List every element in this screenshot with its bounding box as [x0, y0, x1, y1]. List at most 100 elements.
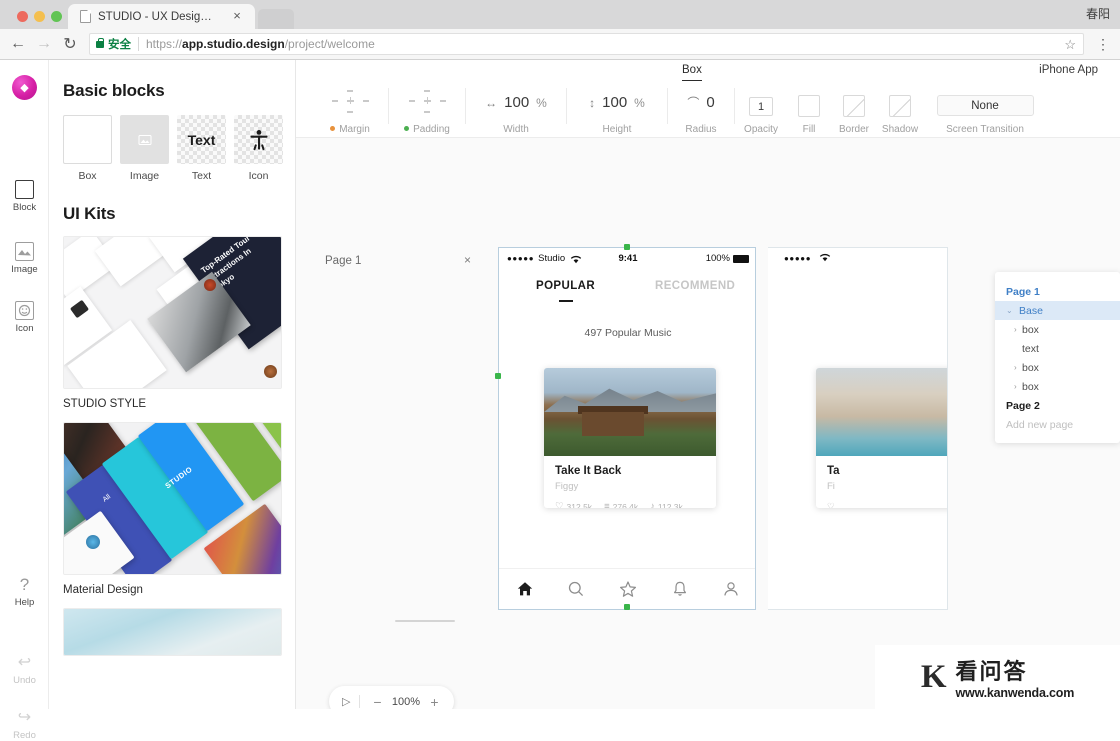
close-icon[interactable]: × — [464, 253, 471, 267]
browser-omnibar: ← → ↻ 安全 https://app.studio.design/proje… — [0, 29, 1120, 60]
layer-row-box[interactable]: › box — [995, 377, 1120, 396]
chrome-profile-label[interactable]: 春阳 — [1086, 5, 1110, 22]
opacity-control[interactable]: 1 Opacity — [735, 84, 787, 138]
tab-box[interactable]: Box — [682, 64, 702, 81]
profile-icon[interactable] — [722, 580, 740, 598]
blocks-panel[interactable]: Basic blocks Box Image Text Text Icon UI… — [49, 60, 296, 709]
width-control[interactable]: ↔ 100 % Width — [466, 84, 566, 138]
layer-row-text[interactable]: text — [995, 339, 1120, 358]
ui-kit-card[interactable]: Top-Rated Tour Attractions In Tokyo STUD… — [63, 236, 282, 410]
home-icon[interactable] — [516, 580, 534, 598]
bell-icon[interactable] — [671, 580, 689, 598]
margin-control[interactable]: Margin — [312, 84, 388, 138]
add-new-page-button[interactable]: Add new page — [995, 415, 1120, 434]
zoom-out-button[interactable]: − — [369, 694, 385, 710]
watermark-cn-label: 看问答 — [955, 659, 1028, 684]
block-swatch-text[interactable]: Text Text — [177, 115, 226, 182]
height-value[interactable]: 100 — [602, 94, 627, 111]
search-icon[interactable] — [567, 580, 585, 598]
layer-row-page-1[interactable]: Page 1 — [995, 282, 1120, 301]
rail-item-image[interactable]: Image — [0, 242, 49, 275]
chevron-right-icon[interactable]: › — [1014, 325, 1017, 334]
window-minimize-button[interactable] — [34, 11, 45, 22]
studio-logo[interactable]: ◆ — [12, 75, 37, 100]
height-control[interactable]: ↕ 100 % Height — [567, 84, 667, 138]
ui-kit-card[interactable]: All STUDIO Material Design — [63, 422, 282, 596]
window-close-button[interactable] — [17, 11, 28, 22]
forward-icon[interactable]: → — [31, 31, 57, 57]
block-swatch-icon[interactable]: Icon — [234, 115, 283, 182]
preview-play-icon[interactable]: ▷ — [342, 695, 350, 708]
border-control[interactable]: Border — [831, 84, 877, 138]
shadow-label: Shadow — [881, 124, 919, 135]
selection-handle-left[interactable] — [495, 373, 501, 379]
rail-item-undo[interactable]: ↩ Undo — [0, 653, 49, 686]
tool-rail: ◆ Block Image Icon ? Help ↩ Undo ↪ Redo — [0, 60, 49, 741]
stat-likes: ♡ — [827, 501, 835, 508]
fill-control[interactable]: Fill — [787, 84, 831, 138]
block-swatch-box[interactable]: Box — [63, 115, 112, 182]
fill-swatch-icon[interactable] — [798, 95, 820, 117]
reload-icon[interactable]: ↻ — [57, 31, 83, 57]
width-label: Width — [503, 124, 529, 135]
barn-shape — [582, 412, 644, 436]
shadow-none-icon[interactable] — [889, 95, 911, 117]
opacity-input[interactable]: 1 — [749, 97, 773, 116]
address-bar[interactable]: 安全 https://app.studio.design/project/wel… — [89, 33, 1084, 55]
accessibility-icon — [234, 115, 283, 164]
width-unit[interactable]: % — [536, 96, 547, 110]
layer-row-base[interactable]: ⌄ Base — [995, 301, 1120, 320]
artboard-page-1[interactable]: ●●●●● Studio 9:41 100% POPULAR RECOMMEND — [498, 247, 756, 610]
window-maximize-button[interactable] — [51, 11, 62, 22]
artboard-page-2[interactable]: ●●●●● Ta Fi ♡ — [768, 247, 948, 610]
stat-notes-value: 112.3k — [657, 501, 683, 509]
rail-item-block[interactable]: Block — [0, 180, 49, 213]
ui-kit-card[interactable] — [63, 608, 282, 656]
back-icon[interactable]: ← — [5, 31, 31, 57]
block-swatch-image[interactable]: Image — [120, 115, 169, 182]
zoom-in-button[interactable]: + — [426, 694, 442, 710]
design-viewport[interactable]: Page 1 × ●●●●● Ta Fi ♡ ●●●●● Studio 9:41… — [296, 138, 1120, 709]
tab-popular[interactable]: POPULAR — [536, 280, 595, 292]
song-card[interactable]: Take It Back Figgy ♡ 312.5k ≡ 276.4k ♪ 1… — [544, 368, 716, 508]
height-unit[interactable]: % — [634, 96, 645, 110]
url-text: https://app.studio.design/project/welcom… — [146, 37, 375, 51]
song-card[interactable]: Ta Fi ♡ — [816, 368, 947, 508]
inspector-tabs: Box iPhone App — [296, 60, 1120, 84]
rail-item-icon[interactable]: Icon — [0, 301, 49, 334]
ui-kit-thumbnail: Top-Rated Tour Attractions In Tokyo — [63, 236, 282, 389]
chevron-down-icon[interactable]: ⌄ — [1006, 306, 1013, 315]
padding-control[interactable]: Padding — [389, 84, 465, 138]
radius-control[interactable]: ⌒ 0 Radius — [668, 84, 734, 138]
layer-row-page-2[interactable]: Page 2 — [995, 396, 1120, 415]
close-icon[interactable]: × — [230, 9, 244, 23]
selection-handle-bottom[interactable] — [624, 604, 630, 610]
layer-row-box[interactable]: › box — [995, 320, 1120, 339]
tab-recommend[interactable]: RECOMMEND — [655, 280, 735, 292]
zoom-level-label[interactable]: 100% — [389, 696, 422, 708]
shadow-control[interactable]: Shadow — [877, 84, 923, 138]
bookmark-star-icon[interactable]: ☆ — [1064, 37, 1076, 53]
screen-transition-button[interactable]: None — [936, 95, 1034, 116]
rail-item-help[interactable]: ? Help — [0, 575, 49, 608]
selection-handle-top[interactable] — [624, 244, 630, 250]
layer-row-box[interactable]: › box — [995, 358, 1120, 377]
browser-tab[interactable]: STUDIO - UX Design Tool × — [68, 4, 255, 29]
layers-panel[interactable]: Page 1 ⌄ Base › box text › box › box Pag… — [995, 272, 1120, 443]
radius-value[interactable]: 0 — [706, 94, 714, 111]
width-value[interactable]: 100 — [504, 94, 529, 111]
screen-transition-control[interactable]: None Screen Transition — [929, 84, 1041, 138]
rail-item-redo[interactable]: ↪ Redo — [0, 708, 49, 741]
ui-kits-heading: UI Kits — [63, 204, 116, 223]
chrome-menu-icon[interactable]: ⋮ — [1092, 36, 1114, 53]
chevron-right-icon[interactable]: › — [1014, 382, 1017, 391]
phone-home-indicator — [395, 620, 455, 622]
chevron-right-icon[interactable]: › — [1014, 363, 1017, 372]
radius-label: Radius — [685, 124, 717, 135]
phone-status-bar: ●●●●● Studio 9:41 100% — [499, 248, 755, 269]
layer-label: Page 2 — [1006, 399, 1040, 412]
star-icon[interactable] — [619, 580, 637, 598]
border-none-icon[interactable] — [843, 95, 865, 117]
layer-label: text — [1022, 342, 1039, 355]
new-tab-button[interactable] — [258, 9, 294, 29]
